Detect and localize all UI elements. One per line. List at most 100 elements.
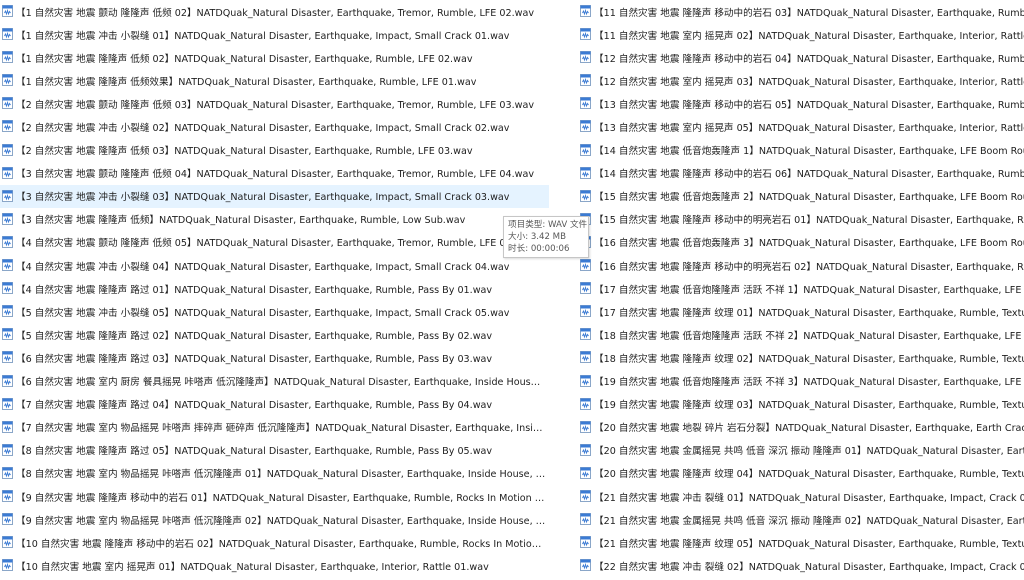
file-list-item[interactable]: 【22 自然灾害 地震 冲击 裂缝 02】NATDQuak_Natural Di… [578, 554, 1024, 577]
file-list-item[interactable]: 【20 自然灾害 地震 地裂 碎片 岩石分裂】NATDQuak_Natural … [578, 416, 1024, 439]
file-name-label: 【17 自然灾害 地震 低音炮隆隆声 活跃 不祥 1】NATDQuak_Natu… [594, 284, 1024, 296]
file-list-item[interactable]: 【6 自然灾害 地震 室内 厨房 餐具摇晃 咔嗒声 低沉隆隆声】NATDQuak… [0, 370, 560, 393]
wav-audio-file-icon [1, 235, 14, 248]
file-list-item[interactable]: 【16 自然灾害 地震 隆隆声 移动中的明亮岩石 02】NATDQuak_Nat… [578, 254, 1024, 277]
file-list-item[interactable]: 【6 自然灾害 地震 隆隆声 路过 03】NATDQuak_Natural Di… [0, 346, 560, 369]
wav-audio-file-icon [579, 97, 592, 110]
file-name-label: 【14 自然灾害 地震 低音炮轰隆声 1】NATDQuak_Natural Di… [594, 146, 1024, 158]
file-list-item[interactable]: 【17 自然灾害 地震 隆隆声 纹理 01】NATDQuak_Natural D… [578, 300, 1024, 323]
file-list-item[interactable]: 【10 自然灾害 地震 室内 摇晃声 01】NATDQuak_Natural D… [0, 554, 560, 577]
wav-audio-file-icon [1, 489, 14, 502]
file-name-label: 【1 自然灾害 地震 隆隆声 低频效果】NATDQuak_Natural Dis… [16, 76, 477, 88]
wav-audio-file-icon [1, 28, 14, 41]
file-name-label: 【6 自然灾害 地震 室内 厨房 餐具摇晃 咔嗒声 低沉隆隆声】NATDQuak… [16, 377, 546, 389]
wav-audio-file-icon [1, 189, 14, 202]
wav-audio-file-icon [579, 282, 592, 295]
wav-audio-file-icon [1, 212, 14, 225]
file-list-item[interactable]: 【8 自然灾害 地震 隆隆声 路过 05】NATDQuak_Natural Di… [0, 439, 560, 462]
file-name-label: 【12 自然灾害 地震 隆隆声 移动中的岩石 04】NATDQuak_Natur… [594, 53, 1024, 65]
file-list-item[interactable]: 【14 自然灾害 地震 隆隆声 移动中的岩石 06】NATDQuak_Natur… [578, 162, 1024, 185]
file-list-item[interactable]: 【18 自然灾害 地震 隆隆声 纹理 02】NATDQuak_Natural D… [578, 346, 1024, 369]
tooltip-size: 大小: 3.42 MB [508, 232, 566, 242]
file-name-label: 【16 自然灾害 地震 隆隆声 移动中的明亮岩石 02】NATDQuak_Nat… [594, 261, 1024, 273]
wav-audio-file-icon [579, 466, 592, 479]
file-list-item[interactable]: 【12 自然灾害 地震 隆隆声 移动中的岩石 04】NATDQuak_Natur… [578, 46, 1024, 69]
file-list-item[interactable]: 【1 自然灾害 地震 隆隆声 低频 02】NATDQuak_Natural Di… [0, 46, 560, 69]
wav-audio-file-icon [1, 282, 14, 295]
file-list-item[interactable]: 【2 自然灾害 地震 隆隆声 低频 03】NATDQuak_Natural Di… [0, 139, 560, 162]
file-info-tooltip: 项目类型: WAV 文件 大小: 3.42 MB 时长: 00:00:06 [503, 216, 589, 258]
file-name-label: 【4 自然灾害 地震 颤动 隆隆声 低频 05】NATDQuak_Natural… [16, 238, 535, 250]
file-list-item[interactable]: 【5 自然灾害 地震 隆隆声 路过 02】NATDQuak_Natural Di… [0, 323, 560, 346]
file-list-item[interactable]: 【1 自然灾害 地震 冲击 小裂缝 01】NATDQuak_Natural Di… [0, 23, 560, 46]
file-list-item[interactable]: 【15 自然灾害 地震 隆隆声 移动中的明亮岩石 01】NATDQuak_Nat… [578, 208, 1024, 231]
file-list-item[interactable]: 【19 自然灾害 地震 隆隆声 纹理 03】NATDQuak_Natural D… [578, 393, 1024, 416]
file-list-item[interactable]: 【20 自然灾害 地震 金属摇晃 共鸣 低音 深沉 振动 隆隆声 01】NATD… [578, 439, 1024, 462]
file-name-label: 【20 自然灾害 地震 隆隆声 纹理 04】NATDQuak_Natural D… [594, 469, 1024, 481]
file-list-item[interactable]: 【18 自然灾害 地震 低音炮隆隆声 活跃 不祥 2】NATDQuak_Natu… [578, 323, 1024, 346]
file-list-item[interactable]: 【21 自然灾害 地震 金属摇晃 共鸣 低音 深沉 振动 隆隆声 02】NATD… [578, 508, 1024, 531]
wav-audio-file-icon [579, 513, 592, 526]
wav-audio-file-icon [1, 5, 14, 17]
file-name-label: 【9 自然灾害 地震 室内 物品摇晃 咔嗒声 低沉隆隆声 02】NATDQuak… [16, 515, 546, 527]
file-list-item[interactable]: 【4 自然灾害 地震 冲击 小裂缝 04】NATDQuak_Natural Di… [0, 254, 560, 277]
file-name-label: 【19 自然灾害 地震 低音炮隆隆声 活跃 不祥 3】NATDQuak_Natu… [594, 377, 1024, 389]
file-list-item[interactable]: 【3 自然灾害 地震 隆隆声 低频】NATDQuak_Natural Disas… [0, 208, 560, 231]
file-list-item[interactable]: 【1 自然灾害 地震 颤动 隆隆声 低频 02】NATDQuak_Natural… [0, 0, 560, 23]
file-list-item[interactable]: 【19 自然灾害 地震 低音炮隆隆声 活跃 不祥 3】NATDQuak_Natu… [578, 370, 1024, 393]
file-list-item[interactable]: 【21 自然灾害 地震 冲击 裂缝 01】NATDQuak_Natural Di… [578, 485, 1024, 508]
file-list-item[interactable]: 【11 自然灾害 地震 隆隆声 移动中的岩石 03】NATDQuak_Natur… [578, 0, 1024, 23]
file-list-item[interactable]: 【8 自然灾害 地震 室内 物品摇晃 咔嗒声 低沉隆隆声 01】NATDQuak… [0, 462, 560, 485]
file-list-item[interactable]: 【1 自然灾害 地震 隆隆声 低频效果】NATDQuak_Natural Dis… [0, 69, 560, 92]
file-list-item[interactable]: 【3 自然灾害 地震 颤动 隆隆声 低频 04】NATDQuak_Natural… [0, 162, 560, 185]
file-list-item[interactable]: 【14 自然灾害 地震 低音炮轰隆声 1】NATDQuak_Natural Di… [578, 139, 1024, 162]
wav-audio-file-icon [1, 443, 14, 456]
tooltip-duration: 时长: 00:00:06 [508, 244, 570, 254]
file-list-item[interactable]: 【13 自然灾害 地震 隆隆声 移动中的岩石 05】NATDQuak_Natur… [578, 92, 1024, 115]
wav-audio-file-icon [579, 51, 592, 64]
file-name-label: 【11 自然灾害 地震 隆隆声 移动中的岩石 03】NATDQuak_Natur… [594, 7, 1024, 19]
file-list-item[interactable]: 【9 自然灾害 地震 隆隆声 移动中的岩石 01】NATDQuak_Natura… [0, 485, 560, 508]
file-list-item[interactable]: 【13 自然灾害 地震 室内 摇晃声 05】NATDQuak_Natural D… [578, 115, 1024, 138]
file-list-item[interactable]: 【21 自然灾害 地震 隆隆声 纹理 05】NATDQuak_Natural D… [578, 531, 1024, 554]
file-name-label: 【5 自然灾害 地震 冲击 小裂缝 05】NATDQuak_Natural Di… [16, 307, 510, 319]
wav-audio-file-icon [1, 397, 14, 410]
wav-audio-file-icon [579, 5, 592, 17]
wav-audio-file-icon [579, 28, 592, 41]
file-list-item[interactable]: 【4 自然灾害 地震 隆隆声 路过 01】NATDQuak_Natural Di… [0, 277, 560, 300]
file-list-item[interactable]: 【17 自然灾害 地震 低音炮隆隆声 活跃 不祥 1】NATDQuak_Natu… [578, 277, 1024, 300]
wav-audio-file-icon [1, 120, 14, 133]
file-list-item[interactable]: 【7 自然灾害 地震 隆隆声 路过 04】NATDQuak_Natural Di… [0, 393, 560, 416]
file-list-item[interactable]: 【15 自然灾害 地震 低音炮轰隆声 2】NATDQuak_Natural Di… [578, 185, 1024, 208]
file-list-item[interactable]: 【10 自然灾害 地震 隆隆声 移动中的岩石 02】NATDQuak_Natur… [0, 531, 560, 554]
file-list-item[interactable]: 【2 自然灾害 地震 冲击 小裂缝 02】NATDQuak_Natural Di… [0, 115, 560, 138]
file-list-item[interactable]: 【2 自然灾害 地震 颤动 隆隆声 低频 03】NATDQuak_Natural… [0, 92, 560, 115]
file-name-label: 【6 自然灾害 地震 隆隆声 路过 03】NATDQuak_Natural Di… [16, 353, 493, 365]
file-name-label: 【13 自然灾害 地震 隆隆声 移动中的岩石 05】NATDQuak_Natur… [594, 99, 1024, 111]
file-list-item[interactable]: 【5 自然灾害 地震 冲击 小裂缝 05】NATDQuak_Natural Di… [0, 300, 560, 323]
file-list-item[interactable]: 【3 自然灾害 地震 冲击 小裂缝 03】NATDQuak_Natural Di… [0, 184, 549, 208]
file-name-label: 【20 自然灾害 地震 金属摇晃 共鸣 低音 深沉 振动 隆隆声 01】NATD… [594, 446, 1024, 458]
file-name-label: 【19 自然灾害 地震 隆隆声 纹理 03】NATDQuak_Natural D… [594, 400, 1024, 412]
file-name-label: 【7 自然灾害 地震 室内 物品摇晃 咔嗒声 摔碎声 砸碎声 低沉隆隆声】NAT… [16, 423, 546, 435]
wav-audio-file-icon [579, 397, 592, 410]
file-name-label: 【1 自然灾害 地震 颤动 隆隆声 低频 02】NATDQuak_Natural… [16, 7, 535, 19]
wav-audio-file-icon [1, 143, 14, 156]
file-name-label: 【15 自然灾害 地震 低音炮轰隆声 2】NATDQuak_Natural Di… [594, 192, 1024, 204]
file-name-label: 【2 自然灾害 地震 颤动 隆隆声 低频 03】NATDQuak_Natural… [16, 99, 535, 111]
wav-audio-file-icon [1, 513, 14, 526]
file-name-label: 【12 自然灾害 地震 室内 摇晃声 03】NATDQuak_Natural D… [594, 76, 1024, 88]
file-name-label: 【22 自然灾害 地震 冲击 裂缝 02】NATDQuak_Natural Di… [594, 561, 1024, 573]
file-list-item[interactable]: 【4 自然灾害 地震 颤动 隆隆声 低频 05】NATDQuak_Natural… [0, 231, 560, 254]
file-list-item[interactable]: 【7 自然灾害 地震 室内 物品摇晃 咔嗒声 摔碎声 砸碎声 低沉隆隆声】NAT… [0, 416, 560, 439]
file-list-item[interactable]: 【11 自然灾害 地震 室内 摇晃声 02】NATDQuak_Natural D… [578, 23, 1024, 46]
file-list-item[interactable]: 【12 自然灾害 地震 室内 摇晃声 03】NATDQuak_Natural D… [578, 69, 1024, 92]
file-name-label: 【18 自然灾害 地震 隆隆声 纹理 02】NATDQuak_Natural D… [594, 353, 1024, 365]
wav-audio-file-icon [579, 536, 592, 549]
file-list-item[interactable]: 【20 自然灾害 地震 隆隆声 纹理 04】NATDQuak_Natural D… [578, 462, 1024, 485]
file-name-label: 【3 自然灾害 地震 颤动 隆隆声 低频 04】NATDQuak_Natural… [16, 169, 535, 181]
wav-audio-file-icon [579, 259, 592, 272]
file-list-item[interactable]: 【9 自然灾害 地震 室内 物品摇晃 咔嗒声 低沉隆隆声 02】NATDQuak… [0, 508, 560, 531]
file-name-label: 【7 自然灾害 地震 隆隆声 路过 04】NATDQuak_Natural Di… [16, 400, 493, 412]
file-list-item[interactable]: 【16 自然灾害 地震 低音炮轰隆声 3】NATDQuak_Natural Di… [578, 231, 1024, 254]
